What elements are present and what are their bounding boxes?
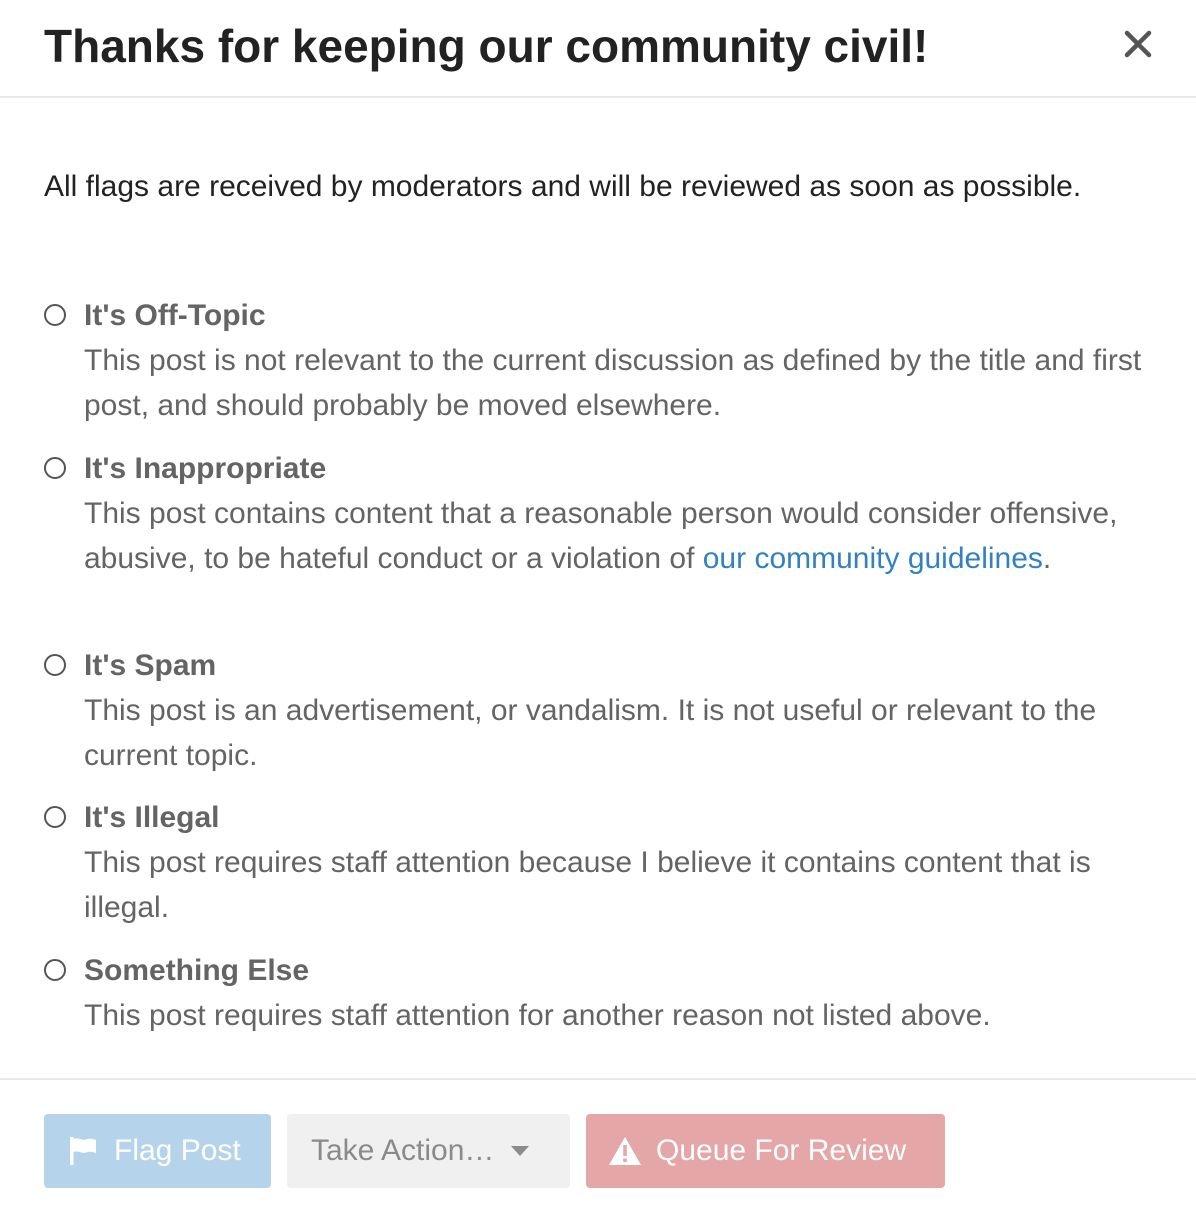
modal-footer: Flag Post Take Action… Queue For Review — [0, 1078, 1196, 1218]
warning-icon — [608, 1136, 642, 1166]
intro-text: All flags are received by moderators and… — [44, 170, 1082, 203]
option-description: This post contains content that a reason… — [84, 491, 1144, 581]
close-button[interactable] — [1116, 22, 1160, 66]
option-title[interactable]: It's Off-Topic — [84, 296, 266, 336]
caret-down-icon — [510, 1145, 530, 1157]
flag-icon — [68, 1136, 98, 1166]
take-action-dropdown[interactable]: Take Action… — [287, 1114, 570, 1188]
radio-off-topic[interactable] — [44, 304, 66, 326]
option-title[interactable]: Something Else — [84, 951, 309, 991]
radio-inappropriate[interactable] — [44, 457, 66, 479]
option-description-end: . — [1042, 542, 1052, 575]
radio-spam[interactable] — [44, 654, 66, 676]
option-description: This post is not relevant to the current… — [84, 344, 1142, 422]
take-action-label: Take Action… — [311, 1134, 495, 1167]
queue-for-review-button[interactable]: Queue For Review — [586, 1114, 945, 1188]
modal-title: Thanks for keeping our community civil! — [44, 20, 929, 72]
flag-post-label: Flag Post — [114, 1134, 241, 1167]
option-description: This post requires staff attention becau… — [84, 846, 1091, 924]
option-description: This post requires staff attention for a… — [84, 999, 991, 1032]
modal-header: Thanks for keeping our community civil! — [0, 0, 1196, 98]
flag-modal: Thanks for keeping our community civil! … — [0, 0, 1196, 1218]
option-title[interactable]: It's Inappropriate — [84, 449, 326, 489]
option-description: This post is an advertisement, or vandal… — [84, 694, 1097, 772]
radio-something-else[interactable] — [44, 959, 66, 981]
flag-post-button[interactable]: Flag Post — [44, 1114, 271, 1188]
community-guidelines-link[interactable]: our community guidelines — [703, 542, 1043, 575]
radio-illegal[interactable] — [44, 806, 66, 828]
close-icon — [1124, 30, 1152, 58]
queue-for-review-label: Queue For Review — [656, 1134, 907, 1167]
option-title[interactable]: It's Spam — [84, 646, 216, 686]
option-title[interactable]: It's Illegal — [84, 798, 220, 838]
